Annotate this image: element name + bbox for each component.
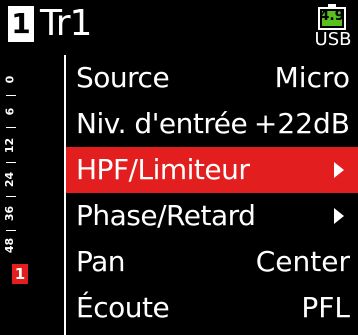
scale-label-6: 6 <box>3 107 17 115</box>
menu-item-value: Center <box>255 245 350 278</box>
menu-item-input-level[interactable]: Niv. d'entrée +22dB <box>66 101 358 147</box>
scale-label-12: 12 <box>3 137 17 153</box>
header-bar: 1 Tr1 4.9 USB <box>0 0 358 55</box>
menu-item-label: Phase/Retard <box>76 199 256 232</box>
menu-item-value: +22dB <box>253 107 350 140</box>
scale-label-48: 48 <box>3 237 17 253</box>
menu-item-label: Source <box>76 61 170 94</box>
scale-label-24: 24 <box>3 171 17 187</box>
chevron-right-icon <box>334 208 344 224</box>
track-name: Tr1 <box>40 3 92 44</box>
menu-item-monitor[interactable]: Écoute PFL <box>66 285 358 331</box>
menu-item-label: Écoute <box>76 291 170 324</box>
scale-label-36: 36 <box>3 205 17 221</box>
menu-item-value: PFL <box>301 291 350 324</box>
battery-level: 4.9 <box>319 8 345 24</box>
track-number-badge: 1 <box>8 6 34 42</box>
menu-item-label: Pan <box>76 245 126 278</box>
settings-menu: Source Micro Niv. d'entrée +22dB HPF/Lim… <box>66 55 358 331</box>
chevron-right-icon <box>334 162 344 178</box>
level-meter: 0 6 12 24 36 48 1 <box>0 55 40 335</box>
menu-item-hpf-limiter[interactable]: HPF/Limiteur <box>66 147 358 193</box>
meter-channel-badge: 1 <box>12 264 28 284</box>
battery-icon: 4.9 <box>318 4 346 30</box>
menu-item-label: HPF/Limiteur <box>76 153 250 186</box>
menu-item-phase-delay[interactable]: Phase/Retard <box>66 193 358 239</box>
meter-scale: 0 6 12 24 36 48 <box>3 55 17 295</box>
scale-label-0: 0 <box>3 75 17 83</box>
menu-item-source[interactable]: Source Micro <box>66 55 358 101</box>
power-source-label: USB <box>314 29 352 50</box>
menu-item-pan[interactable]: Pan Center <box>66 239 358 285</box>
menu-item-label: Niv. d'entrée <box>76 107 248 140</box>
menu-item-value: Micro <box>274 61 350 94</box>
